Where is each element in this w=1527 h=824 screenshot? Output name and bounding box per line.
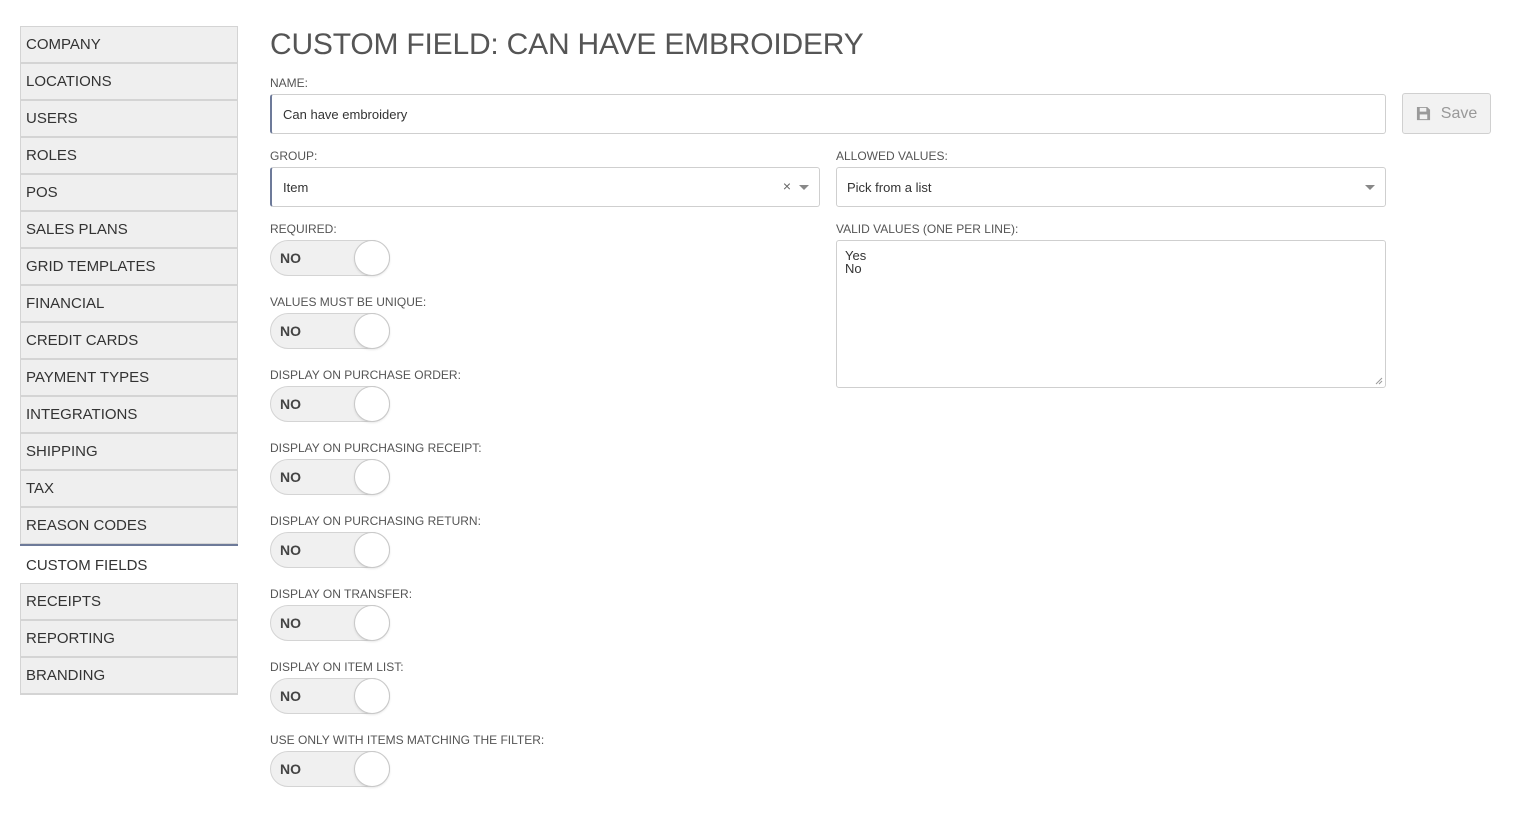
sidebar-item-branding[interactable]: BRANDING [20, 657, 238, 695]
sidebar-item-reporting[interactable]: REPORTING [20, 620, 238, 658]
values-must-be-unique-label: VALUES MUST BE UNIQUE: [270, 295, 427, 309]
toggle-state-text: NO [280, 396, 301, 412]
toggle-state-text: NO [280, 469, 301, 485]
sidebar-item-receipts[interactable]: RECEIPTS [20, 583, 238, 621]
display-on-item-list-toggle[interactable]: NO [270, 678, 390, 714]
sidebar-item-reason-codes[interactable]: REASON CODES [20, 507, 238, 545]
sidebar-item-sales-plans[interactable]: SALES PLANS [20, 211, 238, 249]
toggle-knob [354, 532, 390, 568]
toggle-knob [354, 240, 390, 276]
sidebar-item-financial[interactable]: FINANCIAL [20, 285, 238, 323]
display-on-transfer-toggle[interactable]: NO [270, 605, 390, 641]
sidebar-item-roles[interactable]: ROLES [20, 137, 238, 175]
toggle-state-text: NO [280, 542, 301, 558]
sidebar-item-grid-templates[interactable]: GRID TEMPLATES [20, 248, 238, 286]
sidebar-item-pos[interactable]: POS [20, 174, 238, 212]
page-title: CUSTOM FIELD: CAN HAVE EMBROIDERY [270, 28, 864, 61]
toggle-state-text: NO [280, 323, 301, 339]
required-label: REQUIRED: [270, 222, 337, 236]
name-input[interactable] [281, 105, 1385, 123]
sidebar-item-payment-types[interactable]: PAYMENT TYPES [20, 359, 238, 397]
valid-values-label: VALID VALUES (ONE PER LINE): [836, 222, 1019, 236]
sidebar-item-shipping[interactable]: SHIPPING [20, 433, 238, 471]
toggle-state-text: NO [280, 615, 301, 631]
toggle-knob [354, 386, 390, 422]
toggle-state-text: NO [280, 761, 301, 777]
group-select-value: Item [283, 179, 309, 195]
sidebar-item-locations[interactable]: LOCATIONS [20, 63, 238, 101]
use-only-with-filter-toggle[interactable]: NO [270, 751, 390, 787]
name-label: NAME: [270, 76, 309, 90]
allowed-values-select[interactable]: Pick from a list [836, 167, 1386, 207]
toggle-knob [354, 459, 390, 495]
chevron-down-icon [799, 185, 809, 190]
toggle-knob [354, 678, 390, 714]
settings-sidebar: COMPANY LOCATIONS USERS ROLES POS SALES … [20, 26, 238, 695]
allowed-values-label: ALLOWED VALUES: [836, 149, 948, 163]
valid-value-line: No [845, 261, 862, 276]
use-only-with-filter-label: USE ONLY WITH ITEMS MATCHING THE FILTER: [270, 733, 545, 747]
sidebar-item-custom-fields[interactable]: CUSTOM FIELDS [20, 544, 238, 584]
display-on-item-list-label: DISPLAY ON ITEM LIST: [270, 660, 404, 674]
display-on-purchasing-return-toggle[interactable]: NO [270, 532, 390, 568]
sidebar-item-users[interactable]: USERS [20, 100, 238, 138]
toggle-knob [354, 313, 390, 349]
valid-values-textarea[interactable]: Yes No [836, 240, 1386, 388]
display-on-purchasing-return-label: DISPLAY ON PURCHASING RETURN: [270, 514, 481, 528]
display-on-purchase-order-label: DISPLAY ON PURCHASE ORDER: [270, 368, 461, 382]
display-on-purchasing-receipt-toggle[interactable]: NO [270, 459, 390, 495]
group-label: GROUP: [270, 149, 318, 163]
toggle-state-text: NO [280, 688, 301, 704]
resize-handle-icon[interactable] [1375, 377, 1383, 385]
required-toggle[interactable]: NO [270, 240, 390, 276]
valid-value-line: Yes [845, 248, 867, 263]
sidebar-item-company[interactable]: COMPANY [20, 26, 238, 64]
allowed-values-value: Pick from a list [847, 179, 932, 195]
chevron-down-icon [1365, 185, 1375, 190]
save-button-label: Save [1440, 104, 1478, 122]
toggle-state-text: NO [280, 250, 301, 266]
toggle-knob [354, 751, 390, 787]
sidebar-item-credit-cards[interactable]: CREDIT CARDS [20, 322, 238, 360]
save-button[interactable]: Save [1402, 93, 1491, 134]
display-on-purchase-order-toggle[interactable]: NO [270, 386, 390, 422]
display-on-transfer-label: DISPLAY ON TRANSFER: [270, 587, 413, 601]
clear-icon[interactable]: × [783, 178, 791, 194]
sidebar-item-integrations[interactable]: INTEGRATIONS [20, 396, 238, 434]
values-must-be-unique-toggle[interactable]: NO [270, 313, 390, 349]
floppy-disk-icon [1416, 106, 1430, 121]
display-on-purchasing-receipt-label: DISPLAY ON PURCHASING RECEIPT: [270, 441, 482, 455]
toggle-knob [354, 605, 390, 641]
name-field-wrapper [270, 94, 1386, 134]
sidebar-item-tax[interactable]: TAX [20, 470, 238, 508]
group-select[interactable]: Item × [270, 167, 820, 207]
